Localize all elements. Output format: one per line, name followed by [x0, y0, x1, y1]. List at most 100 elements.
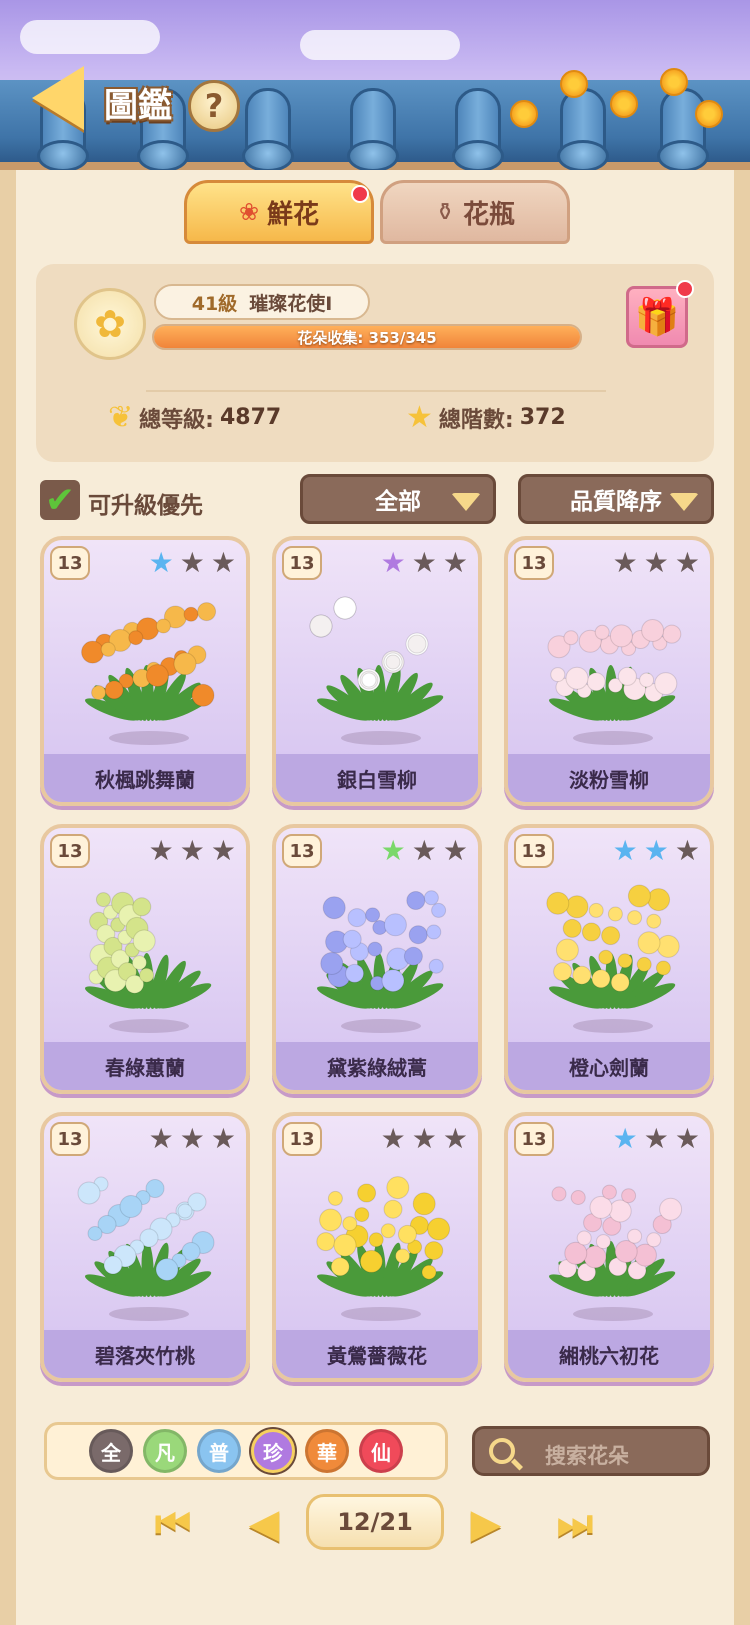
- star-icon: ★: [674, 834, 700, 867]
- back-arrow-icon: [32, 66, 84, 130]
- rarity-filter-button[interactable]: 仙: [359, 1429, 403, 1473]
- flower-card[interactable]: 13 ★ ★ ★ 淡粉雪柳: [504, 536, 714, 806]
- star-icon: ★: [406, 400, 433, 435]
- flower-name: 黃鶯薔薇花: [276, 1330, 478, 1378]
- star-icon: ★: [210, 834, 236, 867]
- star-icon: ★: [179, 834, 205, 867]
- flower-illustration: [77, 1176, 215, 1321]
- prev-page-icon: ◀: [248, 1501, 280, 1547]
- star-icon: ★: [210, 546, 236, 579]
- chevron-down-icon: [451, 493, 481, 511]
- flower-level: 13: [282, 546, 322, 580]
- flower-name: 春綠蕙蘭: [44, 1042, 246, 1090]
- upgrade-first-checkbox[interactable]: ✔: [40, 479, 80, 521]
- star-rating: ★ ★ ★: [149, 836, 236, 866]
- star-icon: ★: [442, 834, 468, 867]
- flower-card[interactable]: 13 ★ ★ ★ 黛紫綠絨蒿: [272, 824, 482, 1094]
- search-icon: [489, 1438, 515, 1464]
- flower-badge-icon: ✿: [74, 288, 146, 360]
- flower-level: 13: [50, 834, 90, 868]
- first-page-icon: ⏮: [155, 1501, 191, 1547]
- next-page-button[interactable]: ▶: [456, 1496, 516, 1552]
- first-page-button[interactable]: ⏮: [146, 1496, 200, 1552]
- rarity-filter-button[interactable]: 華: [305, 1429, 349, 1473]
- rarity-filter-button[interactable]: 珍: [251, 1429, 295, 1473]
- vase-icon: ⚱: [434, 198, 456, 226]
- star-icon: ★: [148, 546, 174, 579]
- star-rating: ★ ★ ★: [381, 1124, 468, 1154]
- flower-illustration: [85, 891, 212, 1033]
- collection-progress-text: 花朵收集: 353/345: [297, 328, 437, 347]
- tab-vases[interactable]: ⚱ 花瓶: [380, 180, 570, 244]
- total-stars-stat: ★ 總階數: 372: [406, 400, 566, 435]
- flower-card[interactable]: 13 ★ ★ ★ 秋楓跳舞蘭: [40, 536, 250, 806]
- search-field[interactable]: 搜索花朵: [472, 1426, 710, 1476]
- flower-illustration: [546, 884, 680, 1033]
- checkmark-icon: ✔: [44, 479, 76, 521]
- flower-illustration: [549, 1184, 683, 1321]
- star-icon: ★: [411, 1122, 437, 1155]
- flower-card[interactable]: 13 ★ ★ ★ 碧落夾竹桃: [40, 1112, 250, 1382]
- flower-card[interactable]: 13 ★ ★ ★ 橙心劍蘭: [504, 824, 714, 1094]
- star-icon: ★: [612, 1122, 638, 1155]
- last-page-icon: ⏭: [557, 1501, 593, 1547]
- star-icon: ★: [674, 1122, 700, 1155]
- total-level-value: 4877: [219, 405, 282, 430]
- rarity-filter-button[interactable]: 全: [89, 1429, 133, 1473]
- last-page-button[interactable]: ⏭: [548, 1496, 602, 1552]
- star-icon: ★: [380, 1122, 406, 1155]
- rarity-filter-button[interactable]: 普: [197, 1429, 241, 1473]
- flower-level: 13: [282, 1122, 322, 1156]
- player-rank: 璀璨花使I: [249, 292, 333, 315]
- tab-flowers[interactable]: ❀ 鮮花: [184, 180, 374, 244]
- flower-level: 13: [282, 834, 322, 868]
- prev-page-button[interactable]: ◀: [234, 1496, 294, 1552]
- star-rating: ★ ★ ★: [613, 1124, 700, 1154]
- divider: [146, 390, 606, 392]
- tab-flowers-label: 鮮花: [267, 199, 320, 230]
- gift-notification-dot: [676, 280, 694, 298]
- flower-name: 橙心劍蘭: [508, 1042, 710, 1090]
- flower-card[interactable]: 13 ★ ★ ★ 春綠蕙蘭: [40, 824, 250, 1094]
- flower-illustration: [81, 602, 217, 745]
- flower-level: 13: [50, 546, 90, 580]
- flower-illustration: [547, 619, 682, 745]
- flower-level: 13: [514, 1122, 554, 1156]
- sort-dropdown[interactable]: 品質降序: [518, 474, 714, 524]
- star-icon: ★: [643, 1122, 669, 1155]
- page-title: 圖鑑: [104, 86, 172, 126]
- upgrade-first-label: 可升級優先: [88, 493, 203, 519]
- flower-card[interactable]: 13 ★ ★ ★ 銀白雪柳: [272, 536, 482, 806]
- flower-name: 銀白雪柳: [276, 754, 478, 802]
- star-icon: ★: [179, 546, 205, 579]
- help-button[interactable]: ?: [188, 80, 240, 132]
- flower-name: 黛紫綠絨蒿: [276, 1042, 478, 1090]
- star-rating: ★ ★ ★: [149, 1124, 236, 1154]
- sprout-icon: ❦: [108, 400, 134, 435]
- level-pill: 41級 璀璨花使I: [154, 284, 370, 320]
- star-icon: ★: [148, 834, 174, 867]
- star-rating: ★ ★ ★: [613, 548, 700, 578]
- search-placeholder: 搜索花朵: [545, 1444, 629, 1468]
- rarity-filter-button[interactable]: 凡: [143, 1429, 187, 1473]
- back-button[interactable]: [14, 60, 102, 136]
- star-icon: ★: [411, 834, 437, 867]
- star-icon: ★: [442, 546, 468, 579]
- star-icon: ★: [148, 1122, 174, 1155]
- flower-level: 13: [514, 834, 554, 868]
- star-icon: ★: [380, 546, 406, 579]
- star-rating: ★ ★ ★: [381, 836, 468, 866]
- chevron-down-icon: [669, 493, 699, 511]
- flower-level: 13: [514, 546, 554, 580]
- star-icon: ★: [411, 546, 437, 579]
- flower-name: 秋楓跳舞蘭: [44, 754, 246, 802]
- player-level: 41級: [191, 292, 238, 315]
- total-stars-label: 總階數:: [438, 407, 514, 433]
- flower-card[interactable]: 13 ★ ★ ★ 黃鶯薔薇花: [272, 1112, 482, 1382]
- flower-name: 緗桃六初花: [508, 1330, 710, 1378]
- star-rating: ★ ★ ★: [381, 548, 468, 578]
- page-indicator: 12/21: [306, 1494, 444, 1550]
- category-dropdown[interactable]: 全部: [300, 474, 496, 524]
- flower-illustration: [317, 890, 447, 1033]
- flower-card[interactable]: 13 ★ ★ ★ 緗桃六初花: [504, 1112, 714, 1382]
